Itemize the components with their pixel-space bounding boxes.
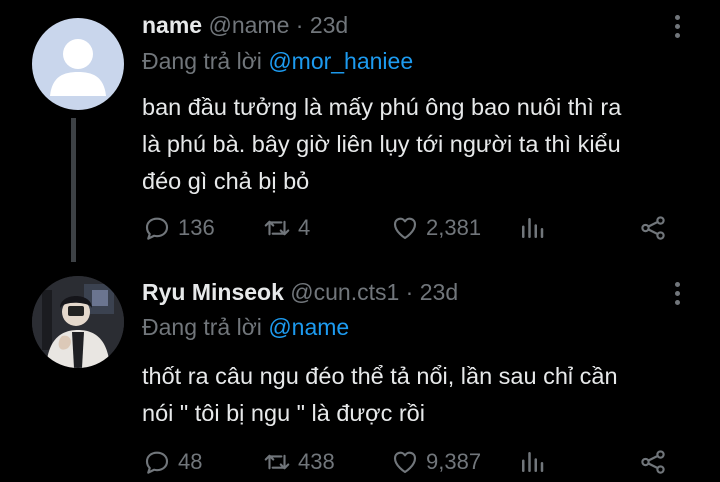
- like-count: 9,387: [426, 449, 482, 474]
- views-icon: [522, 218, 544, 238]
- retweet-button[interactable]: 4: [262, 208, 310, 248]
- tweet-header: name @name · 23d: [142, 12, 348, 39]
- share-icon: [641, 216, 665, 240]
- like-button[interactable]: 9,387: [390, 442, 481, 482]
- reply-to-handle[interactable]: @name: [268, 314, 349, 340]
- replying-to: Đang trả lời @mor_haniee: [142, 48, 413, 75]
- tweet-1[interactable]: name @name · 23d Đang trả lời @mor_hanie…: [0, 0, 720, 262]
- retweet-button[interactable]: 438: [262, 442, 335, 482]
- share-button[interactable]: [638, 208, 668, 248]
- heart-icon: [393, 217, 417, 240]
- separator-dot: ·: [295, 12, 304, 38]
- like-button[interactable]: 2,381: [390, 208, 481, 248]
- handle[interactable]: @cun.cts1: [290, 279, 399, 305]
- reply-prefix: Đang trả lời: [142, 314, 262, 340]
- retweet-icon: [264, 454, 290, 470]
- reply-prefix: Đang trả lời: [142, 48, 262, 74]
- timestamp[interactable]: 23d: [310, 12, 348, 38]
- share-icon: [641, 450, 665, 474]
- tweet-text-line: đéo gì chả bị bỏ: [142, 168, 310, 194]
- tweet-text-line: là phú bà. bây giờ liên lụy tới người ta…: [142, 131, 621, 157]
- more-options-icon[interactable]: [668, 12, 688, 42]
- tweet-text-line: ban đầu tưởng là mấy phú ông bao nuôi th…: [142, 94, 622, 120]
- avatar[interactable]: [32, 18, 124, 110]
- views-button[interactable]: [517, 442, 547, 482]
- tweet-text-line: thốt ra câu ngu đéo thể tả nổi, lần sau …: [142, 363, 618, 389]
- reply-button[interactable]: 48: [142, 442, 202, 482]
- views-button[interactable]: [517, 208, 547, 248]
- retweet-icon: [264, 220, 290, 236]
- heart-icon: [393, 451, 417, 474]
- reply-icon: [145, 217, 169, 240]
- avatar[interactable]: [32, 276, 124, 368]
- reply-button[interactable]: 136: [142, 208, 215, 248]
- reply-icon: [145, 451, 169, 474]
- share-button[interactable]: [638, 442, 668, 482]
- retweet-count: 4: [298, 215, 311, 240]
- default-avatar-icon: [50, 39, 106, 96]
- handle[interactable]: @name: [208, 12, 289, 38]
- action-bar: 136 4 2,381: [0, 208, 720, 248]
- tweet-text-line: nói " tôi bị ngu " là được rồi: [142, 400, 425, 426]
- tweet-text: ban đầu tưởng là mấy phú ông bao nuôi th…: [142, 89, 702, 200]
- more-options-icon[interactable]: [668, 279, 688, 309]
- display-name[interactable]: Ryu Minseok: [142, 279, 284, 305]
- timestamp[interactable]: 23d: [420, 279, 458, 305]
- tweet-2[interactable]: Ryu Minseok @cun.cts1 · 23d Đang trả lời…: [0, 262, 720, 482]
- reply-count: 48: [178, 449, 203, 474]
- reply-count: 136: [178, 215, 215, 240]
- separator-dot: ·: [405, 279, 414, 305]
- retweet-count: 438: [298, 449, 335, 474]
- tweet-text: thốt ra câu ngu đéo thể tả nổi, lần sau …: [142, 358, 702, 432]
- reply-to-handle[interactable]: @mor_haniee: [268, 48, 413, 74]
- views-icon: [522, 452, 544, 472]
- user-photo-icon: [32, 276, 124, 368]
- like-count: 2,381: [426, 215, 482, 240]
- action-bar: 48 438 9,387: [0, 442, 720, 482]
- tweet-header: Ryu Minseok @cun.cts1 · 23d: [142, 279, 458, 306]
- display-name[interactable]: name: [142, 12, 202, 38]
- replying-to: Đang trả lời @name: [142, 314, 349, 341]
